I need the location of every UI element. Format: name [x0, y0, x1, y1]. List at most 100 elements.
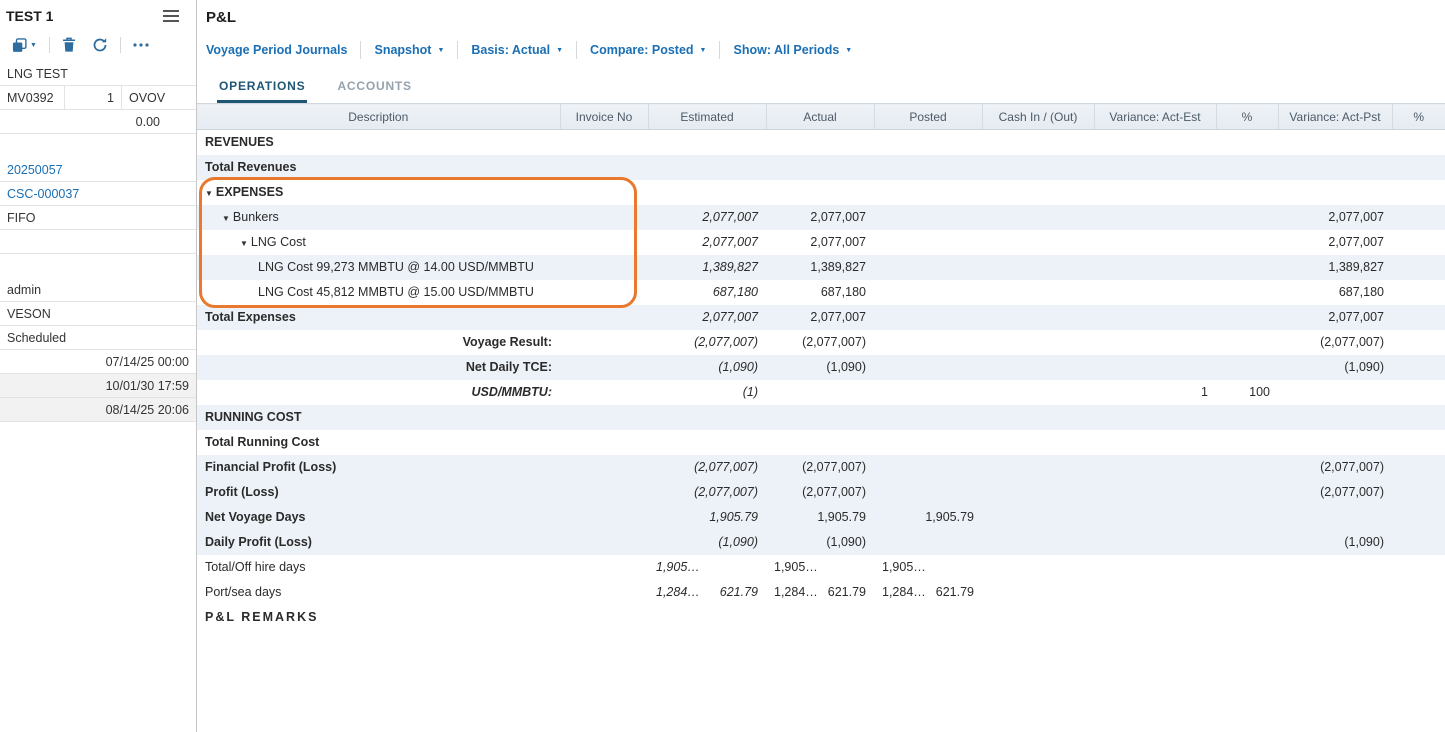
- toolbar-compare-posted[interactable]: Compare: Posted▼: [577, 43, 719, 57]
- views-button[interactable]: ▼: [8, 36, 41, 55]
- pl-row-description: LNG Cost 45,812 MMBTU @ 15.00 USD/MMBTU: [197, 280, 560, 305]
- pl-row-label: Financial Profit (Loss): [205, 460, 336, 474]
- tab-accounts[interactable]: ACCOUNTS: [335, 73, 413, 103]
- delete-button[interactable]: [58, 35, 80, 55]
- pl-cell-value: 1,284…: [766, 580, 818, 605]
- pl-remarks-input[interactable]: [197, 630, 1445, 732]
- pl-row-description: Total Running Cost: [197, 430, 560, 455]
- toolbar-voyage-period-journals[interactable]: Voyage Period Journals: [206, 43, 360, 57]
- sidebar-field-cell[interactable]: MV0392: [0, 86, 64, 109]
- pl-row-description: Total/Off hire days: [197, 555, 560, 580]
- pl-row: Total/Off hire days1,905…1,905…1,905…: [197, 555, 1445, 580]
- pl-cell-act: [766, 155, 874, 180]
- collapse-caret-icon[interactable]: ▼: [222, 214, 230, 223]
- pl-cell-posted: [874, 530, 982, 555]
- sidebar-toolbar: ▼: [0, 30, 196, 60]
- pl-cell-invoice: [560, 330, 648, 355]
- sidebar-link[interactable]: 20250057: [7, 163, 63, 177]
- sidebar-field-row[interactable]: [0, 230, 196, 254]
- sidebar-value: admin: [7, 283, 41, 297]
- pl-row-description: Profit (Loss): [197, 480, 560, 505]
- pl-cell-invoice: [560, 155, 648, 180]
- pl-cell-pct_ap: [1392, 480, 1445, 505]
- sidebar-value: 08/14/25 20:06: [106, 403, 189, 417]
- sidebar-field-row[interactable]: admin: [0, 278, 196, 302]
- sidebar-link[interactable]: CSC-000037: [7, 187, 79, 201]
- pl-row-description: Total Revenues: [197, 155, 560, 180]
- pl-cell-pct_ae: [1216, 155, 1278, 180]
- sidebar-field-row[interactable]: CSC-000037: [0, 182, 196, 206]
- pl-cell-est: 687,180: [648, 280, 766, 305]
- pl-row-description: REVENUES: [197, 130, 560, 155]
- sidebar-field-cell[interactable]: 1: [64, 86, 121, 109]
- pl-cell-pct_ae: [1216, 455, 1278, 480]
- pl-cell-act: 2,077,007: [766, 205, 874, 230]
- pl-cell-invoice: [560, 405, 648, 430]
- collapse-caret-icon[interactable]: ▼: [240, 239, 248, 248]
- pl-table-header-row: DescriptionInvoice NoEstimatedActualPost…: [197, 104, 1445, 130]
- pl-cell-cash: [982, 305, 1094, 330]
- pl-cell-est: (1): [648, 380, 766, 405]
- pl-cell-pct_ae: [1216, 580, 1278, 605]
- chevron-down-icon: ▼: [437, 47, 444, 54]
- sidebar-field-row[interactable]: LNG TEST: [0, 62, 196, 86]
- sidebar-field-row[interactable]: 0.00: [0, 110, 196, 134]
- sidebar-field-cell[interactable]: OVOV: [121, 86, 196, 109]
- pl-cell-var_ap: [1278, 380, 1392, 405]
- pl-cell-act: [766, 430, 874, 455]
- column-header: Actual: [766, 104, 874, 130]
- pl-cell-posted: [874, 405, 982, 430]
- sidebar-value: VESON: [7, 307, 51, 321]
- collapse-caret-icon[interactable]: ▼: [205, 189, 213, 198]
- pl-row-label: USD/MMBTU:: [471, 385, 552, 399]
- column-header: Variance: Act-Pst: [1278, 104, 1392, 130]
- pl-row-label: EXPENSES: [216, 185, 283, 199]
- pl-cell-invoice: [560, 305, 648, 330]
- pl-cell-posted: [874, 480, 982, 505]
- pl-cell-posted: [874, 130, 982, 155]
- pl-cell-var_ae: [1094, 580, 1216, 605]
- sidebar-field-row[interactable]: 07/14/25 00:00: [0, 350, 196, 374]
- layers-icon: [12, 38, 27, 53]
- pl-cell-invoice: [560, 455, 648, 480]
- tab-operations[interactable]: OPERATIONS: [217, 73, 307, 103]
- pl-cell-pct_ae: [1216, 180, 1278, 205]
- sidebar-field-row[interactable]: Scheduled: [0, 326, 196, 350]
- page-title: P&L: [206, 9, 236, 26]
- pl-cell-var_ap: 2,077,007: [1278, 205, 1392, 230]
- pl-row-description: ▼EXPENSES: [197, 180, 560, 205]
- menu-button[interactable]: [158, 7, 184, 25]
- toolbar-snapshot[interactable]: Snapshot ▼: [361, 43, 457, 57]
- pl-cell-pct_ae: [1216, 555, 1278, 580]
- pl-cell-cash: [982, 280, 1094, 305]
- sidebar-field-row[interactable]: 20250057: [0, 158, 196, 182]
- pl-cell-value: 621.79: [828, 580, 874, 605]
- toolbar-separator: [120, 37, 121, 53]
- pl-cell-act: (1,090): [766, 530, 874, 555]
- toolbar-basis-actual[interactable]: Basis: Actual▼: [458, 43, 576, 57]
- sidebar-field-row[interactable]: 08/14/25 20:06: [0, 398, 196, 422]
- pl-cell-var_ae: [1094, 430, 1216, 455]
- pl-cell-est: [648, 130, 766, 155]
- pl-cell-est: [648, 430, 766, 455]
- pl-cell-pct_ap: [1392, 430, 1445, 455]
- pl-cell-cash: [982, 605, 1094, 630]
- pl-row-description: LNG Cost 99,273 MMBTU @ 14.00 USD/MMBTU: [197, 255, 560, 280]
- sidebar-field-row[interactable]: MV03921OVOV: [0, 86, 196, 110]
- pl-cell-pct_ap: [1392, 455, 1445, 480]
- refresh-button[interactable]: [88, 35, 112, 55]
- pl-row-label: Total Running Cost: [205, 435, 319, 449]
- pl-cell-invoice: [560, 580, 648, 605]
- toolbar-item-label: Snapshot: [374, 43, 431, 57]
- more-button[interactable]: [129, 41, 153, 49]
- pl-row: P&L REMARKS: [197, 605, 1445, 630]
- toolbar-show-all-periods[interactable]: Show: All Periods▼: [720, 43, 865, 57]
- sidebar-field-row[interactable]: FIFO: [0, 206, 196, 230]
- chevron-down-icon: ▼: [556, 47, 563, 54]
- sidebar-field-row[interactable]: 10/01/30 17:59: [0, 374, 196, 398]
- pl-row: Net Daily TCE:(1,090)(1,090)(1,090): [197, 355, 1445, 380]
- pl-cell-invoice: [560, 605, 648, 630]
- pl-row-label: Net Daily TCE:: [466, 360, 552, 374]
- chevron-down-icon: ▼: [30, 42, 37, 49]
- sidebar-field-row[interactable]: VESON: [0, 302, 196, 326]
